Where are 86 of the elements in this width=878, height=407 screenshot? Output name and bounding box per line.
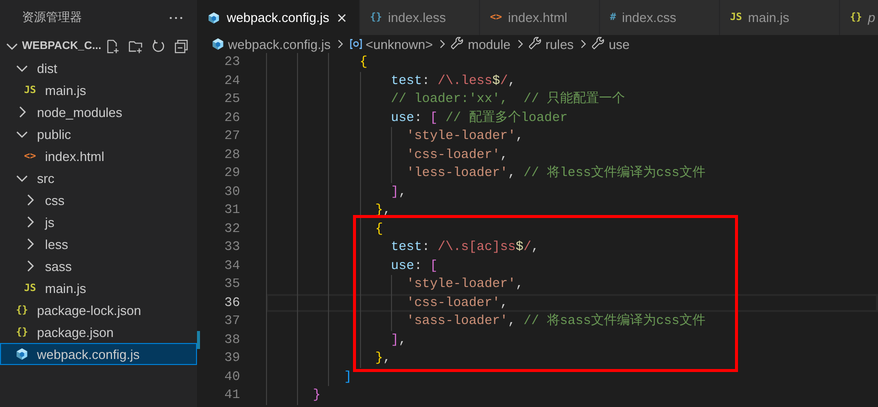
file-type-icon: {} (370, 12, 382, 23)
code-line: test: /\.less$/, (390, 72, 516, 88)
code-line: 'style-loader', (406, 128, 524, 143)
line-number: 29 (223, 164, 240, 182)
file-type-icon: # (610, 12, 616, 23)
line-number: 32 (223, 220, 240, 238)
line-number: 38 (223, 330, 240, 348)
folder-item[interactable]: node_modules (0, 101, 197, 123)
line-number: 23 (223, 53, 240, 71)
line-number: 36 (223, 294, 240, 312)
line-number: 35 (223, 275, 240, 293)
folder-item[interactable]: less (0, 233, 197, 255)
code-line: } (312, 387, 321, 402)
breadcrumb-item[interactable]: webpack.config.js (228, 36, 331, 52)
code-line: { (360, 54, 368, 69)
breadcrumb-item[interactable]: use (608, 36, 630, 52)
code-line: ], (390, 184, 406, 198)
file-type-icon: <> (24, 150, 36, 162)
file-item[interactable]: webpack.config.js (0, 343, 197, 365)
line-number: 28 (223, 146, 240, 164)
breadcrumb-item[interactable]: rules (546, 36, 574, 52)
file-type-icon: {} (16, 304, 28, 316)
code-line: { (375, 220, 384, 236)
folder-item[interactable]: dist (0, 57, 197, 79)
editor-tab[interactable]: {} p (840, 0, 878, 35)
collapse-all-icon[interactable] (174, 38, 189, 54)
editor-tab[interactable]: {} index.less (360, 0, 480, 35)
editor-tab[interactable]: <> index.html (480, 0, 600, 35)
code-line: use: [ (390, 258, 438, 272)
line-number: 25 (223, 90, 240, 108)
code-line: // loader:'xx', // 只能配置一个 (390, 91, 625, 106)
code-line: 'css-loader', (406, 146, 508, 162)
cube-icon (207, 10, 221, 24)
editor-tab[interactable]: webpack.config.js (197, 0, 360, 35)
cube-icon (15, 347, 29, 361)
file-item[interactable]: {} package-lock.json (0, 299, 197, 321)
code-line: ], (390, 332, 406, 346)
line-number: 27 (223, 127, 240, 145)
folder-item[interactable]: sass (0, 255, 197, 277)
code-line: use: [ // 配置多个loader (390, 110, 568, 124)
code-line: ] (344, 368, 352, 384)
line-number: 39 (223, 349, 240, 367)
file-type-icon: <> (490, 12, 502, 23)
file-type-icon: JS (24, 282, 36, 294)
line-number: 40 (223, 368, 240, 386)
line-number: 33 (223, 238, 240, 256)
code-line: 'less-loader', // 将less文件编译为css文件 (406, 165, 706, 180)
code-line: 'sass-loader', // 将sass文件编译为css文件 (406, 313, 706, 328)
wrench-icon (592, 37, 606, 51)
explorer-title: 资源管理器 (22, 9, 82, 26)
file-type-icon: JS (24, 84, 36, 96)
new-folder-icon[interactable] (128, 38, 143, 54)
new-file-icon[interactable] (105, 38, 120, 54)
folder-item[interactable]: public (0, 123, 197, 145)
file-item[interactable]: <> index.html (0, 145, 197, 167)
file-item[interactable]: JS main.js (0, 79, 197, 101)
file-type-icon: {} (16, 326, 28, 338)
line-number: 26 (223, 108, 240, 126)
cube-icon (211, 37, 225, 51)
namespace-icon (348, 37, 363, 51)
wrench-icon (450, 37, 465, 51)
refresh-icon[interactable] (151, 38, 166, 54)
file-type-icon: {} (850, 12, 862, 23)
code-line: 'css-loader', (406, 294, 508, 310)
code-line: test: /\.s[ac]ss$/, (390, 239, 540, 254)
line-number: 30 (223, 182, 240, 200)
editor-tab[interactable]: # index.css (600, 0, 720, 35)
line-number: 34 (223, 256, 240, 274)
folder-item[interactable]: css (0, 189, 197, 211)
folder-item[interactable]: js (0, 211, 197, 233)
folder-item[interactable]: src (0, 167, 197, 189)
code-line: 'style-loader', (406, 276, 524, 291)
file-item[interactable]: JS main.js (0, 277, 197, 299)
line-number: 37 (223, 312, 240, 330)
breadcrumb-item[interactable]: <unknown> (366, 36, 433, 52)
editor-tab[interactable]: JS main.js (720, 0, 840, 35)
line-number: 41 (223, 386, 240, 404)
more-icon[interactable] (169, 16, 183, 20)
file-item[interactable]: {} package.json (0, 321, 197, 343)
wrench-icon (528, 37, 542, 51)
code-line: }, (375, 350, 391, 365)
line-number: 24 (223, 72, 240, 90)
project-header[interactable]: WEBPACK_C... (0, 35, 197, 57)
file-type-icon: JS (730, 12, 742, 23)
line-number: 31 (223, 201, 240, 219)
breadcrumb-item[interactable]: module (468, 36, 510, 52)
